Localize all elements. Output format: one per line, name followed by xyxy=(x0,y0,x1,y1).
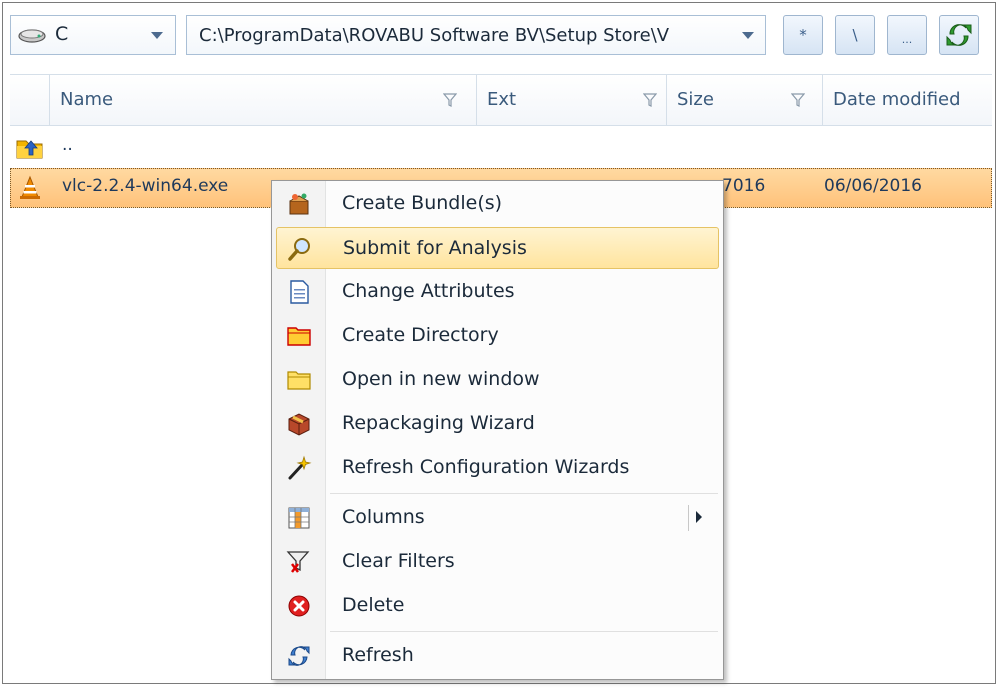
menu-item-label: Change Attributes xyxy=(342,280,515,302)
header-indicator-cell xyxy=(10,75,50,125)
menu-item-open-new-window[interactable]: Open in new window xyxy=(276,359,719,401)
menu-item-label: Open in new window xyxy=(342,368,540,390)
drive-label: C xyxy=(55,23,69,45)
clear-filter-icon xyxy=(286,549,312,575)
refresh-icon xyxy=(286,643,312,669)
menu-item-refresh-config-wizards[interactable]: Refresh Configuration Wizards xyxy=(276,447,719,489)
parent-button[interactable]: ... xyxy=(887,15,927,55)
root-label: \ xyxy=(852,26,858,44)
menu-separator xyxy=(330,631,718,632)
filter-icon[interactable] xyxy=(643,93,657,107)
path-text: C:\ProgramData\ROVABU Software BV\Setup … xyxy=(199,25,670,46)
drive-selector[interactable]: C xyxy=(10,15,176,55)
menu-item-label: Create Bundle(s) xyxy=(342,192,503,214)
box-icon xyxy=(286,411,312,437)
menu-item-label: Repackaging Wizard xyxy=(342,412,535,434)
file-date: 06/06/2016 xyxy=(824,176,922,196)
menu-item-label: Create Directory xyxy=(342,324,499,346)
context-menu: Create Bundle(s) Submit for Analysis Cha… xyxy=(271,180,724,680)
column-date-label: Date modified xyxy=(833,89,961,110)
drive-icon xyxy=(17,27,47,49)
menu-item-repackaging-wizard[interactable]: Repackaging Wizard xyxy=(276,403,719,445)
filter-all-label: * xyxy=(799,26,807,44)
submenu-divider xyxy=(688,505,689,531)
path-selector[interactable]: C:\ProgramData\ROVABU Software BV\Setup … xyxy=(186,15,766,55)
column-name-label: Name xyxy=(60,89,114,110)
filter-icon[interactable] xyxy=(443,93,457,107)
menu-item-label: Clear Filters xyxy=(342,550,455,572)
magnifier-icon xyxy=(287,236,313,262)
menu-item-submit-analysis[interactable]: Submit for Analysis xyxy=(276,227,719,269)
delete-icon xyxy=(286,593,312,619)
column-date-modified[interactable]: Date modified xyxy=(823,75,992,125)
menu-item-label: Refresh xyxy=(342,644,414,666)
filter-icon[interactable] xyxy=(791,93,805,107)
bundle-icon xyxy=(286,191,312,217)
menu-item-label: Refresh Configuration Wizards xyxy=(342,456,630,478)
folder-open-icon xyxy=(286,367,312,393)
column-size-label: Size xyxy=(677,89,714,110)
column-name[interactable]: Name xyxy=(50,75,477,125)
column-header: Name Ext Size Date modified xyxy=(10,74,992,126)
file-name: .. xyxy=(62,135,73,155)
folder-new-icon xyxy=(286,323,312,349)
chevron-right-icon xyxy=(696,511,702,523)
menu-item-clear-filters[interactable]: Clear Filters xyxy=(276,541,719,583)
menu-item-label: Submit for Analysis xyxy=(343,237,527,259)
column-size[interactable]: Size xyxy=(667,75,823,125)
column-ext[interactable]: Ext xyxy=(477,75,667,125)
menu-separator xyxy=(330,493,718,494)
list-item-parent[interactable]: .. xyxy=(10,128,992,168)
wand-icon xyxy=(286,455,312,481)
folder-up-icon xyxy=(15,135,45,165)
menu-item-create-bundles[interactable]: Create Bundle(s) xyxy=(276,183,719,225)
root-button[interactable]: \ xyxy=(835,15,875,55)
filter-all-button[interactable]: * xyxy=(783,15,823,55)
menu-item-columns[interactable]: Columns xyxy=(276,497,719,539)
chevron-down-icon[interactable] xyxy=(151,32,163,39)
file-name: vlc-2.2.4-win64.exe xyxy=(62,176,229,196)
column-ext-label: Ext xyxy=(487,89,517,110)
document-icon xyxy=(286,279,312,305)
menu-item-refresh[interactable]: Refresh xyxy=(276,635,719,677)
chevron-down-icon[interactable] xyxy=(742,32,754,39)
menu-item-label: Delete xyxy=(342,594,405,616)
columns-icon xyxy=(286,505,312,531)
menu-item-label: Columns xyxy=(342,506,425,528)
menu-item-create-directory[interactable]: Create Directory xyxy=(276,315,719,357)
menu-item-change-attributes[interactable]: Change Attributes xyxy=(276,271,719,313)
parent-label: ... xyxy=(901,33,913,46)
refresh-button[interactable] xyxy=(939,15,979,55)
vlc-icon xyxy=(17,175,43,205)
refresh-icon xyxy=(946,24,972,46)
menu-item-delete[interactable]: Delete xyxy=(276,585,719,627)
file-size-partial: 7016 xyxy=(722,176,766,196)
